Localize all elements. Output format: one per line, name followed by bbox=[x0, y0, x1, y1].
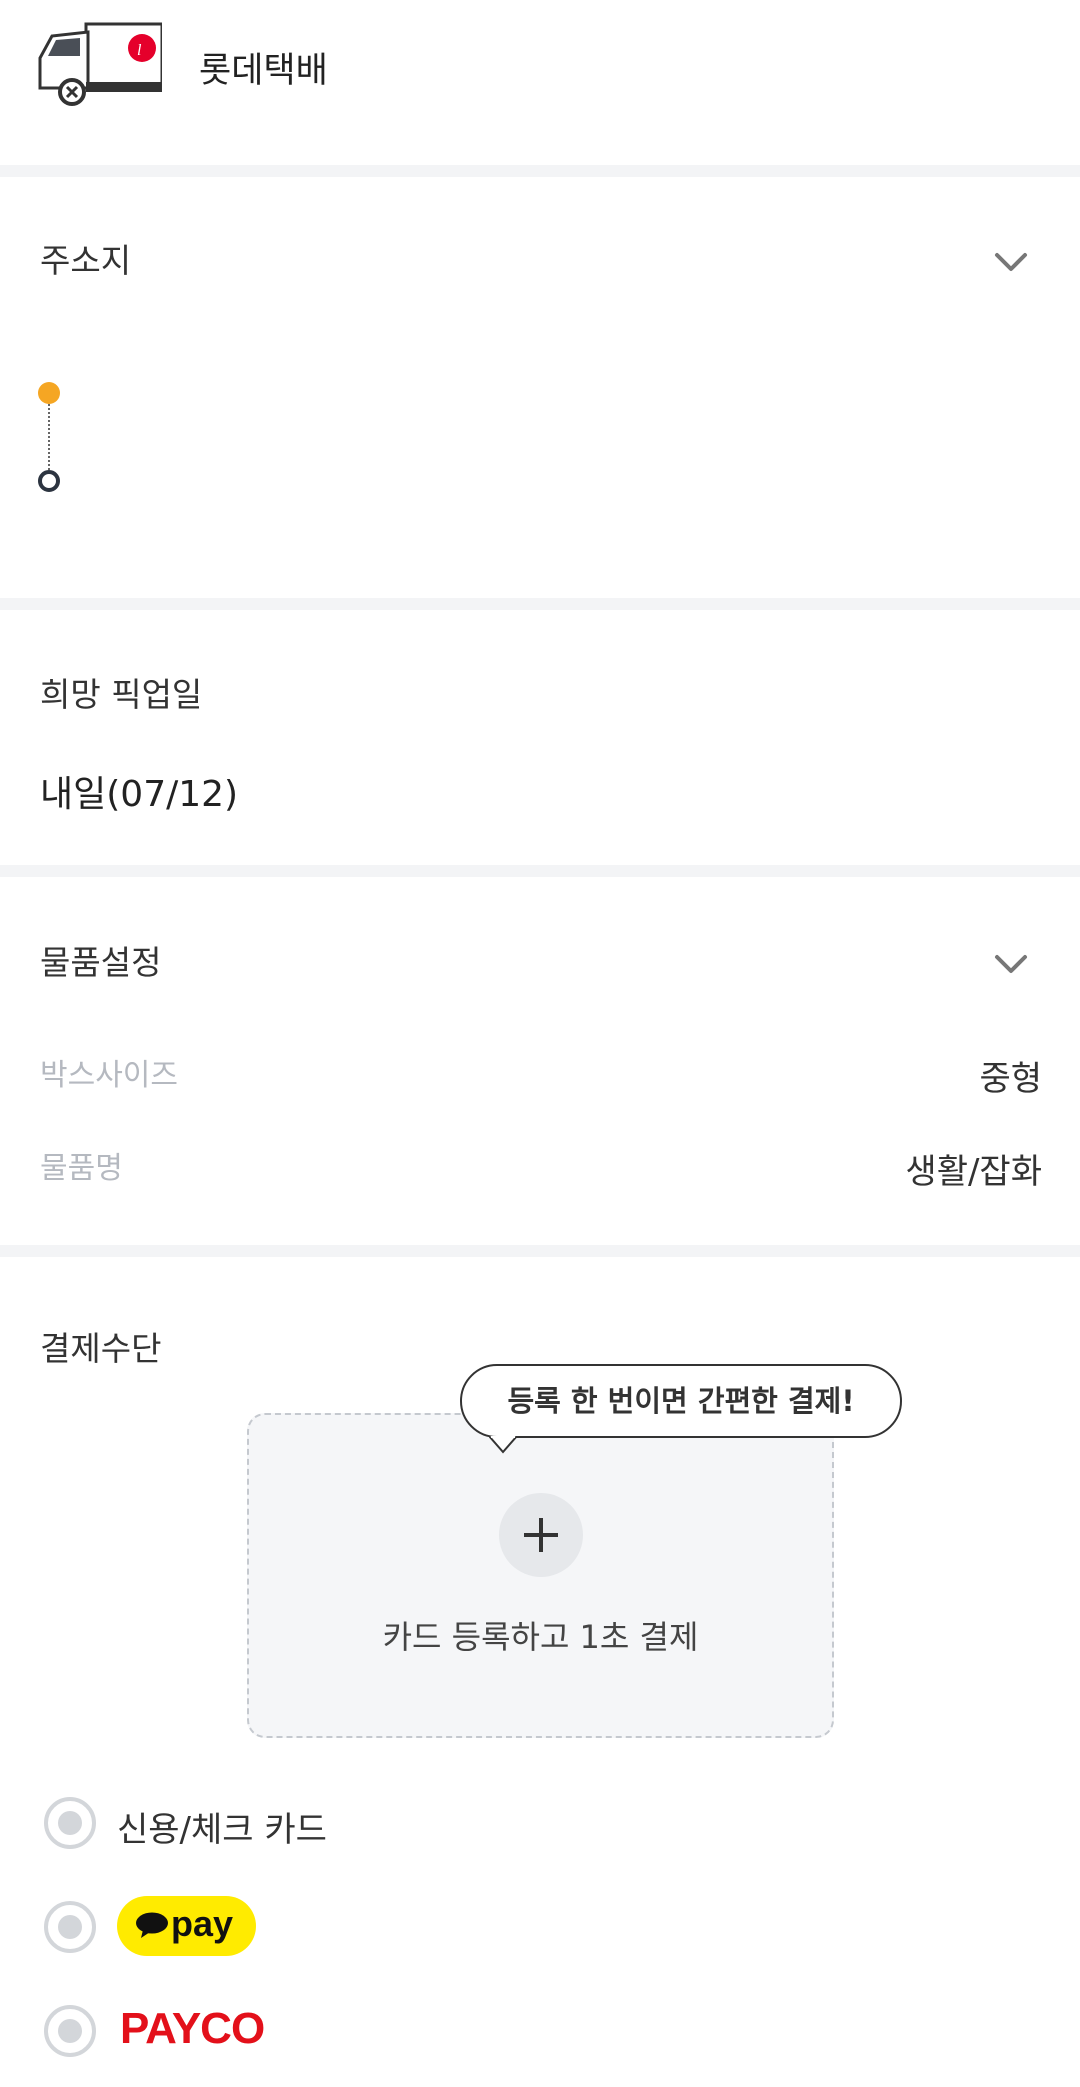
item-name-label: 물품명 bbox=[40, 1151, 123, 1186]
delivery-truck-icon: l bbox=[38, 22, 162, 106]
payment-title: 결제수단 bbox=[40, 1329, 162, 1368]
box-size-value: 중형 bbox=[979, 1059, 1042, 1099]
card-register-text[interactable]: 카드 등록하고 1초 결제 bbox=[247, 1612, 834, 1658]
section-divider bbox=[0, 1245, 1080, 1257]
radio-kakao-pay[interactable] bbox=[44, 1901, 96, 1953]
tooltip-tail bbox=[489, 1436, 517, 1454]
kakao-pay-text: pay bbox=[171, 1903, 234, 1944]
origin-dot-icon bbox=[38, 382, 60, 404]
section-divider bbox=[0, 598, 1080, 610]
pickup-date-value[interactable]: 내일(07/12) bbox=[40, 765, 238, 817]
carrier-header: l 롯데택배 bbox=[0, 0, 1080, 165]
item-name-value: 생활/잡화 bbox=[905, 1152, 1042, 1192]
kakao-pay-logo[interactable]: pay bbox=[117, 1896, 256, 1956]
address-title: 주소지 bbox=[40, 241, 132, 280]
promo-tooltip: 등록 한 번이면 간편한 결제! bbox=[460, 1364, 902, 1438]
box-size-label: 박스사이즈 bbox=[40, 1058, 178, 1093]
carrier-name: 롯데택배 bbox=[199, 51, 328, 91]
chevron-down-icon[interactable] bbox=[991, 944, 1031, 984]
radio-payco[interactable] bbox=[44, 2005, 96, 2057]
route-line bbox=[48, 404, 50, 474]
section-divider bbox=[0, 165, 1080, 177]
pickup-title: 희망 픽업일 bbox=[40, 675, 203, 714]
radio-credit-card[interactable] bbox=[44, 1797, 96, 1849]
speech-bubble-icon bbox=[136, 1912, 168, 1938]
svg-text:l: l bbox=[137, 42, 142, 59]
destination-dot-icon bbox=[38, 470, 60, 492]
payco-logo[interactable]: PAYCO bbox=[120, 2004, 265, 2054]
plus-icon[interactable] bbox=[499, 1493, 583, 1577]
section-divider bbox=[0, 865, 1080, 877]
credit-card-label[interactable]: 신용/체크 카드 bbox=[117, 1802, 327, 1851]
item-title: 물품설정 bbox=[40, 943, 162, 982]
chevron-down-icon[interactable] bbox=[991, 242, 1031, 282]
